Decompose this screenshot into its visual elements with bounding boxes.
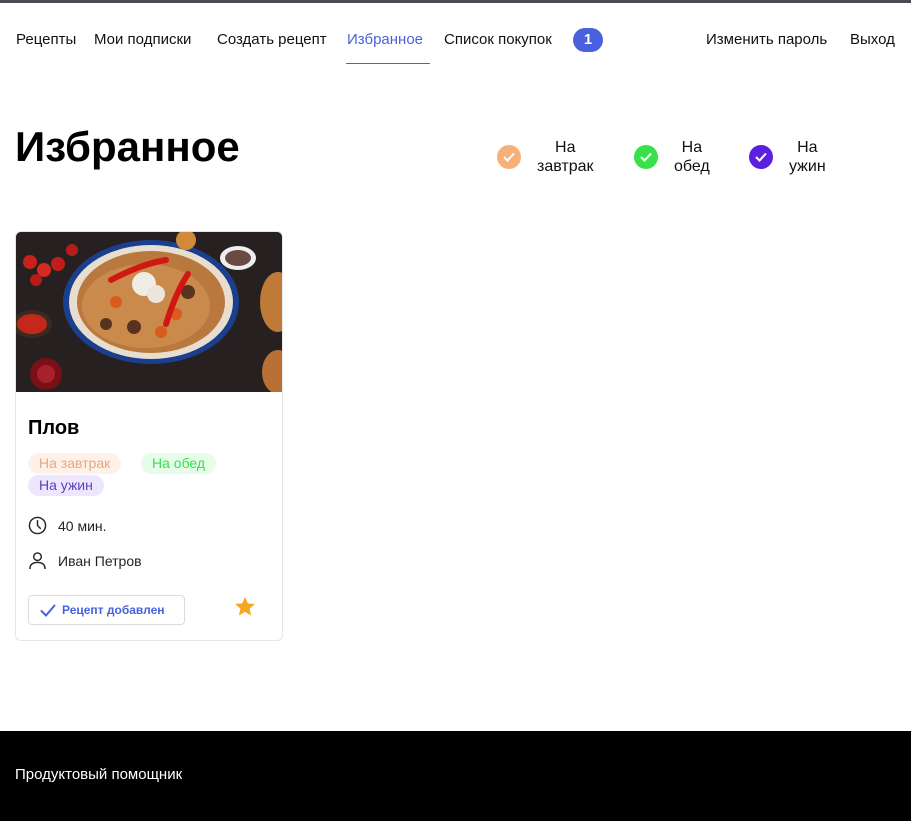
recipe-author[interactable]: Иван Петров: [28, 551, 142, 570]
recipe-added-button[interactable]: Рецепт добавлен: [28, 595, 185, 625]
recipe-title[interactable]: Плов: [28, 417, 79, 440]
filter-breakfast[interactable]: На завтрак: [497, 138, 594, 176]
recipe-card: Плов На завтрак На обед На ужин 40 мин. …: [15, 231, 283, 641]
recipe-photo[interactable]: [16, 232, 282, 392]
footer-brand: Продуктовый помощник: [15, 766, 183, 783]
nav-create-recipe[interactable]: Создать рецепт: [217, 31, 327, 49]
nav-favorites[interactable]: Избранное: [347, 31, 423, 49]
check-icon: [749, 145, 773, 169]
recipe-time: 40 мин.: [28, 516, 107, 535]
logout-link[interactable]: Выход: [850, 31, 895, 49]
recipe-time-value: 40 мин.: [58, 517, 107, 534]
tag-lunch: На обед: [141, 453, 217, 474]
nav-active-underline: [346, 63, 430, 64]
checkmark-icon: [40, 604, 56, 617]
filter-lunch-label: На обед: [674, 139, 710, 175]
footer: Продуктовый помощник: [0, 731, 911, 821]
shopping-count-badge: 1: [573, 28, 603, 52]
nav-subscriptions[interactable]: Мои подписки: [94, 31, 191, 49]
filter-dinner[interactable]: На ужин: [749, 138, 826, 176]
user-icon: [29, 552, 46, 570]
nav-shopping-list[interactable]: Список покупок: [444, 31, 552, 49]
filter-breakfast-label: На завтрак: [537, 139, 594, 175]
check-icon: [497, 145, 521, 169]
clock-icon: [28, 516, 47, 535]
filter-lunch[interactable]: На обед: [634, 138, 710, 176]
tag-dinner: На ужин: [28, 475, 104, 496]
filter-dinner-label: На ужин: [789, 139, 826, 175]
change-password-link[interactable]: Изменить пароль: [706, 31, 827, 49]
recipe-author-name: Иван Петров: [58, 552, 142, 569]
nav-recipes[interactable]: Рецепты: [16, 31, 76, 49]
page-title: Избранное: [15, 123, 240, 170]
star-icon[interactable]: [234, 596, 256, 617]
tag-breakfast: На завтрак: [28, 453, 122, 474]
recipe-added-label: Рецепт добавлен: [62, 603, 165, 617]
check-icon: [634, 145, 658, 169]
main-nav: Рецепты Мои подписки Создать рецепт Избр…: [0, 0, 911, 70]
